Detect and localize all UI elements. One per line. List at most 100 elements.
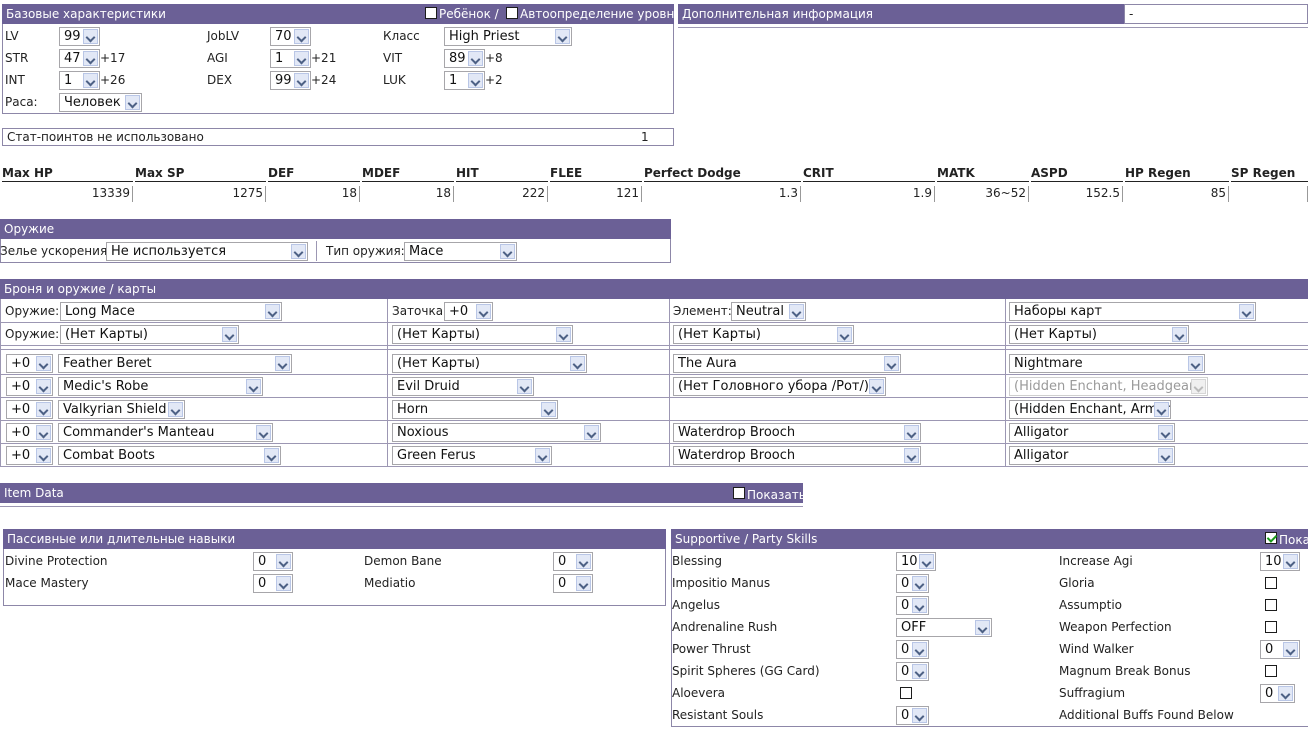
equipment-select[interactable]: Valkyrian Shield xyxy=(58,400,185,419)
weapon-type-select[interactable]: Mace xyxy=(404,242,517,261)
weapon-header: Оружие xyxy=(0,219,671,239)
support-skill-checkbox[interactable] xyxy=(1265,621,1277,633)
support-show-checkbox[interactable] xyxy=(1265,532,1277,544)
support-skill-name: Gloria xyxy=(1059,576,1095,590)
stat-value: 1.3 xyxy=(644,186,801,202)
passive-skill-select[interactable]: 0 xyxy=(253,552,293,571)
armor-header: Броня и оружие / карты xyxy=(0,279,1308,299)
lv-select[interactable]: 99 xyxy=(59,27,100,46)
passive-skill-select[interactable]: 0 xyxy=(553,552,593,571)
support-skill-select[interactable]: 0 xyxy=(896,640,929,659)
equipment-select[interactable]: Medic's Robe xyxy=(58,377,263,396)
card-select[interactable]: Noxious xyxy=(392,423,601,442)
support-skill-select[interactable]: 10 xyxy=(1260,552,1300,571)
int-select[interactable]: 1 xyxy=(59,71,100,90)
support-skill-checkbox[interactable] xyxy=(1265,577,1277,589)
agi-bonus: +21 xyxy=(311,51,337,65)
refine-select[interactable]: +0 xyxy=(6,354,53,373)
card-select[interactable]: Green Ferus xyxy=(392,446,552,465)
weapon-item-select[interactable]: Long Mace xyxy=(60,302,282,321)
race-select[interactable]: Человек xyxy=(59,93,142,112)
refine-select[interactable]: +0 xyxy=(6,446,53,465)
element-select[interactable]: Neutral xyxy=(731,302,806,321)
chevron-down-icon xyxy=(1154,402,1169,417)
equipment-select[interactable]: Feather Beret xyxy=(58,354,292,373)
weapon-card-1[interactable]: (Нет Карты) xyxy=(60,325,239,344)
card-select[interactable]: (Hidden Enchant, Armor) xyxy=(1009,400,1171,419)
support-skill-name: Resistant Souls xyxy=(672,708,764,722)
auto-level-checkbox[interactable] xyxy=(506,7,518,19)
refine-select[interactable]: +0 xyxy=(6,423,53,442)
chevron-down-icon xyxy=(884,356,899,371)
refine-select[interactable]: +0 xyxy=(6,377,53,396)
card-select[interactable]: Nightmare xyxy=(1009,354,1205,373)
vit-select[interactable]: 89 xyxy=(444,49,485,68)
support-skill-select[interactable]: 0 xyxy=(896,662,929,681)
support-skill-select[interactable]: 0 xyxy=(896,596,929,615)
card-select[interactable]: Alligator xyxy=(1009,423,1175,442)
passive-skill-select[interactable]: 0 xyxy=(553,574,593,593)
race-label: Раса: xyxy=(5,95,38,109)
grid-line xyxy=(0,374,1308,375)
card-select[interactable]: Alligator xyxy=(1009,446,1175,465)
grid-line xyxy=(0,322,1308,323)
equipment-select[interactable]: Combat Boots xyxy=(58,446,281,465)
stat-points-row: Стат-поинтов не использовано 1 xyxy=(2,128,674,146)
support-skill-select[interactable]: 0 xyxy=(896,706,929,725)
luk-bonus: +2 xyxy=(485,73,503,87)
stat-header: CRIT xyxy=(803,166,935,182)
chevron-down-icon xyxy=(222,327,237,342)
equipment-select[interactable]: Commander's Manteau xyxy=(58,423,273,442)
support-skill-name: Power Thrust xyxy=(672,642,751,656)
chevron-down-icon xyxy=(1188,356,1203,371)
card-sets-select[interactable]: Наборы карт xyxy=(1009,302,1256,321)
stat-header: ASPD xyxy=(1031,166,1123,182)
stat-points-value: 1 xyxy=(641,130,649,144)
support-skill-name: Suffragium xyxy=(1059,686,1126,700)
card-select[interactable]: Waterdrop Brooch xyxy=(673,446,921,465)
chevron-down-icon xyxy=(535,448,550,463)
card-select[interactable]: The Aura xyxy=(673,354,901,373)
stat-header: HIT xyxy=(456,166,548,182)
weapon-card-3[interactable]: (Нет Карты) xyxy=(673,325,854,344)
card-select[interactable]: Evil Druid xyxy=(392,377,534,396)
agi-select[interactable]: 1 xyxy=(270,49,311,68)
item-data-show-label: Показать xyxy=(747,488,806,502)
card-select[interactable]: Horn xyxy=(392,400,558,419)
support-header: Supportive / Party Skills xyxy=(671,529,1308,549)
support-skill-select[interactable]: OFF xyxy=(896,618,992,637)
card-select[interactable]: (Нет Головного убора /Рот/) xyxy=(673,377,886,396)
support-skill-name: Angelus xyxy=(672,598,721,612)
dex-select[interactable]: 99 xyxy=(270,71,311,90)
chevron-down-icon xyxy=(246,379,261,394)
potion-select[interactable]: Не используется xyxy=(106,242,308,261)
support-skill-checkbox[interactable] xyxy=(900,687,912,699)
support-skill-select[interactable]: 0 xyxy=(1260,684,1295,703)
card-select[interactable]: (Нет Карты) xyxy=(392,354,587,373)
class-select[interactable]: High Priest xyxy=(444,27,572,46)
passive-skill-select[interactable]: 0 xyxy=(253,574,293,593)
card-select[interactable]: (Hidden Enchant, Headgear) xyxy=(1009,377,1208,396)
support-skill-checkbox[interactable] xyxy=(1265,665,1277,677)
card-select[interactable]: Waterdrop Brooch xyxy=(673,423,921,442)
child-checkbox[interactable] xyxy=(425,7,437,19)
weapon-card-4[interactable]: (Нет Карты) xyxy=(1009,325,1189,344)
joblv-select[interactable]: 70 xyxy=(270,27,311,46)
support-skill-select[interactable]: 0 xyxy=(1260,640,1300,659)
support-skill-select[interactable]: 10 xyxy=(896,552,936,571)
item-data-show-checkbox[interactable] xyxy=(733,487,745,499)
dex-label: DEX xyxy=(207,73,233,87)
chevron-down-icon xyxy=(576,554,591,569)
chevron-down-icon xyxy=(869,379,884,394)
weapon-card-2[interactable]: (Нет Карты) xyxy=(392,325,573,344)
extra-info-field[interactable]: - xyxy=(1124,4,1308,24)
chevron-down-icon xyxy=(912,576,927,591)
support-skill-checkbox[interactable] xyxy=(1265,599,1277,611)
passive-header: Пассивные или длительные навыки xyxy=(3,529,666,549)
luk-select[interactable]: 1 xyxy=(444,71,485,90)
support-skill-select[interactable]: 0 xyxy=(896,574,929,593)
weapon-refine-select[interactable]: +0 xyxy=(444,302,493,321)
str-select[interactable]: 47 xyxy=(59,49,100,68)
refine-select[interactable]: +0 xyxy=(6,400,53,419)
chevron-down-icon xyxy=(555,29,570,44)
